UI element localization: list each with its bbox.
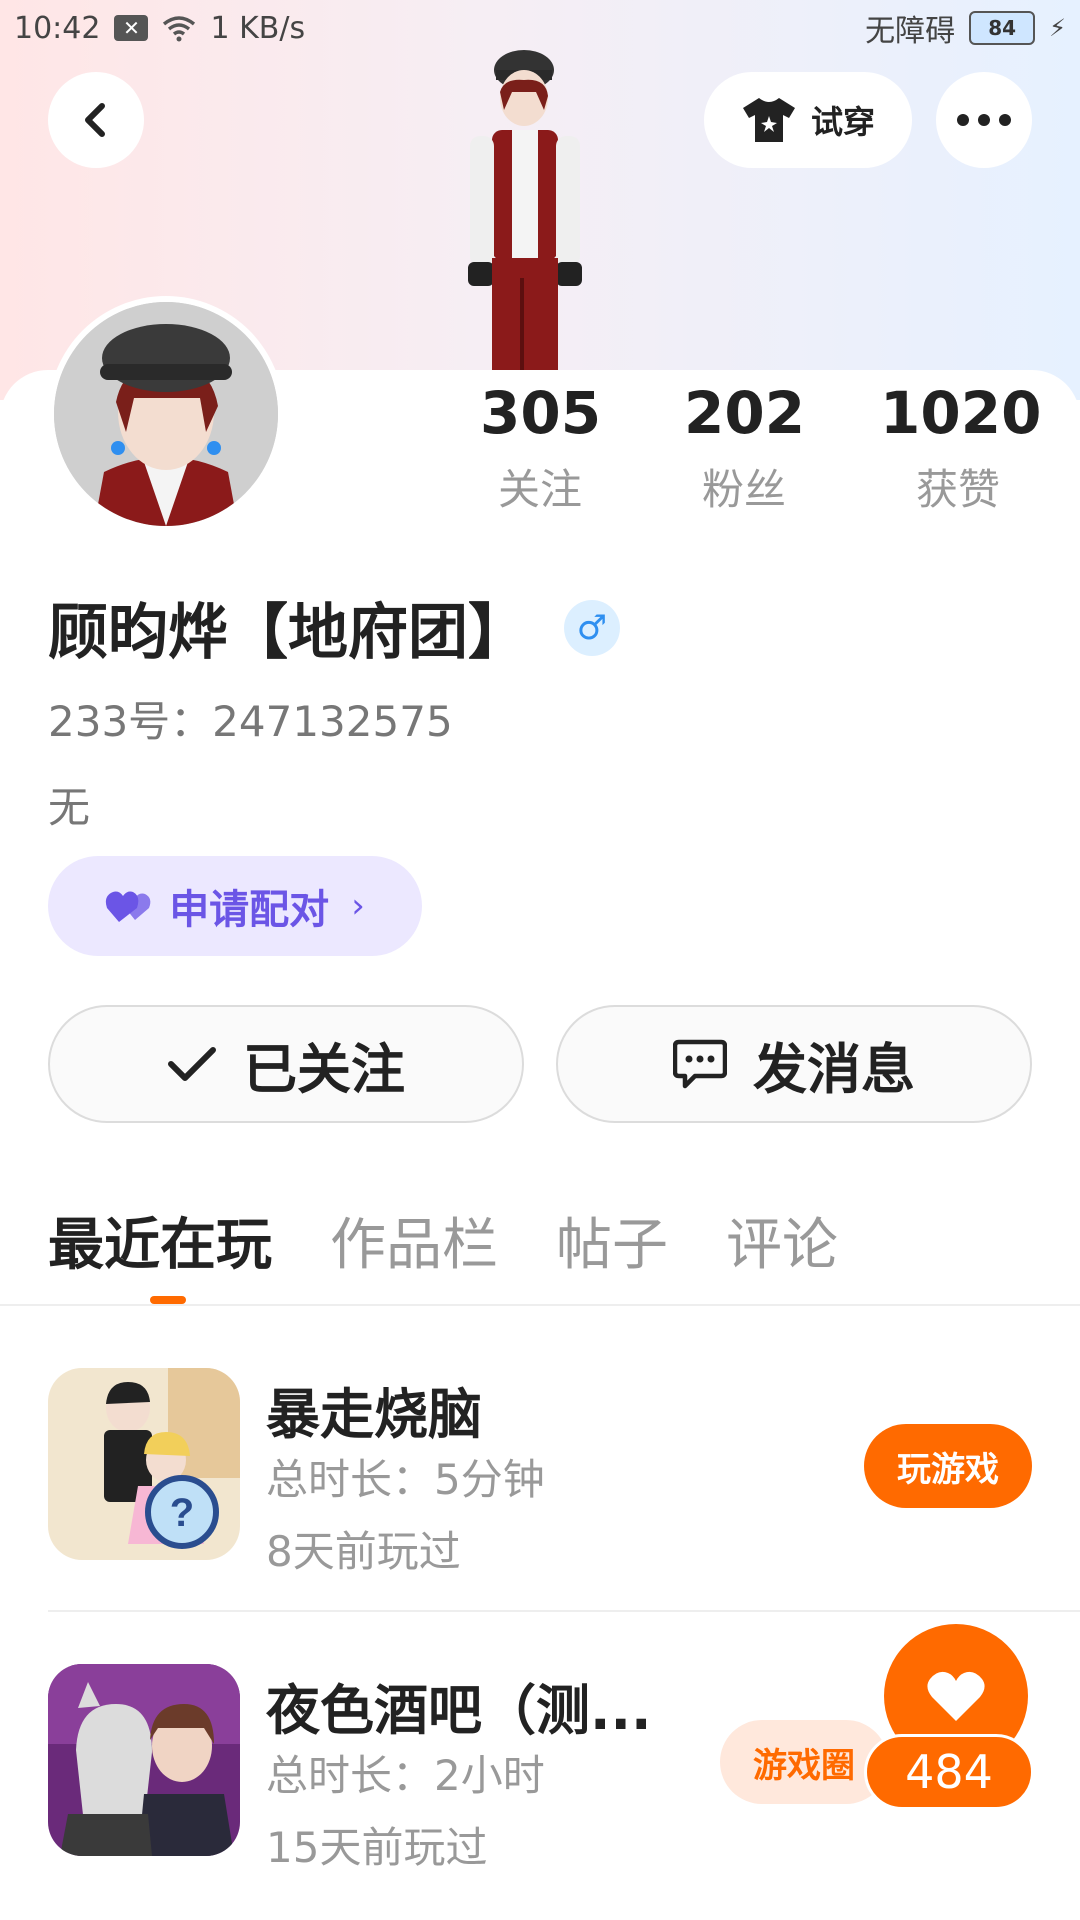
status-time: 10:42 <box>14 10 101 46</box>
stat-following[interactable]: 305 关注 <box>480 379 602 517</box>
more-button[interactable] <box>936 72 1032 168</box>
status-left: 10:42 ✕ 1 KB/s <box>14 11 305 46</box>
stat-value: 202 <box>684 379 806 447</box>
tshirt-icon <box>742 98 795 142</box>
charging-icon: ⚡ <box>1049 14 1066 42</box>
stat-label: 获赞 <box>915 465 1000 514</box>
notification-icon: ✕ <box>114 15 149 41</box>
game-list-item[interactable]: ? 暴走烧脑 总时长：5分钟 8天前玩过 玩游戏 <box>48 1368 1080 1576</box>
avatar-portrait <box>54 302 278 526</box>
double-heart-icon <box>106 891 151 922</box>
more-dots-icon <box>957 114 1011 126</box>
game-circle-button[interactable]: 游戏圈 <box>720 1720 888 1804</box>
back-arrow-icon <box>85 103 105 137</box>
status-right: 无障碍 84 ⚡ <box>865 6 1066 50</box>
game-icon: ? <box>48 1368 240 1560</box>
back-button[interactable] <box>48 72 144 168</box>
stat-label: 关注 <box>497 465 582 514</box>
send-message-label: 发消息 <box>753 1037 915 1101</box>
tryon-label: 试穿 <box>810 103 875 141</box>
avatar-image <box>54 302 278 526</box>
followed-label: 已关注 <box>243 1037 405 1101</box>
avatar[interactable] <box>48 296 284 532</box>
user-bio: 无 <box>48 783 91 832</box>
apply-pair-button[interactable]: 申请配对 › <box>48 856 422 956</box>
tabs-divider <box>0 1304 1080 1306</box>
tab-works[interactable]: 作品栏 <box>330 1200 498 1281</box>
tab-comments[interactable]: 评论 <box>726 1200 838 1281</box>
tab-recently-played[interactable]: 最近在玩 <box>48 1200 272 1281</box>
wifi-icon <box>163 16 196 42</box>
tab-posts[interactable]: 帖子 <box>556 1200 668 1281</box>
user-id[interactable]: 233号：247132575 <box>48 688 453 749</box>
followed-button[interactable]: 已关注 <box>48 1005 524 1123</box>
content-tabs: 最近在玩 作品栏 帖子 评论 <box>48 1200 838 1281</box>
send-message-button[interactable]: 发消息 <box>556 1005 1032 1123</box>
game-icon <box>48 1664 240 1856</box>
stat-likes[interactable]: 1020 获赞 <box>880 379 1042 517</box>
active-tab-indicator <box>150 1296 186 1304</box>
game-duration: 总时长：2小时 <box>266 1751 545 1800</box>
game-last-played: 15天前玩过 <box>266 1823 488 1872</box>
like-count[interactable]: 484 <box>864 1734 1034 1810</box>
svg-text:?: ? <box>170 1491 194 1535</box>
play-game-button[interactable]: 玩游戏 <box>864 1424 1032 1508</box>
list-divider <box>48 1610 1080 1612</box>
tryon-button[interactable]: 试穿 <box>704 72 912 168</box>
chat-bubble-icon <box>673 1039 727 1089</box>
chevron-right-icon: › <box>351 886 365 926</box>
battery-icon: 84 <box>969 11 1036 45</box>
stat-label: 粉丝 <box>701 465 786 514</box>
game-duration: 总时长：5分钟 <box>266 1455 545 1504</box>
male-gender-icon: ♂ <box>564 599 620 656</box>
accessibility-label: 无障碍 <box>865 14 956 49</box>
net-speed: 1 KB/s <box>210 10 306 46</box>
game-title: 暴走烧脑 <box>266 1383 482 1446</box>
stat-fans[interactable]: 202 粉丝 <box>684 379 806 517</box>
game-title: 夜色酒吧（测... <box>266 1679 652 1742</box>
name-row: 顾昀烨【地府团】 ♂ <box>48 584 620 671</box>
character-figure <box>468 50 582 370</box>
game-last-played: 8天前玩过 <box>266 1527 461 1576</box>
apply-pair-label: 申请配对 <box>169 887 330 933</box>
stat-value: 305 <box>480 379 602 447</box>
stat-value: 1020 <box>880 379 1042 447</box>
user-name: 顾昀烨【地府团】 <box>48 598 528 668</box>
checkmark-icon <box>168 1047 216 1081</box>
heart-icon <box>927 1671 985 1721</box>
